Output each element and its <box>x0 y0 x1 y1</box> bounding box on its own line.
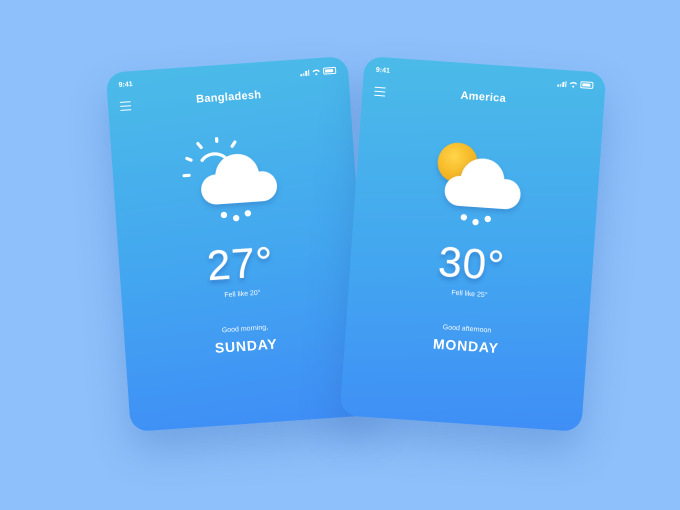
sun-cloud-rain-icon <box>437 142 521 226</box>
status-time: 9:41 <box>118 81 133 90</box>
phone-screen-america: 9:41 America 30° Fell like 25° Good afte… <box>339 55 607 433</box>
status-icons <box>557 80 594 90</box>
wifi-icon <box>569 81 578 88</box>
wifi-icon <box>312 69 320 76</box>
status-time: 9:41 <box>375 66 391 75</box>
battery-icon <box>322 66 337 75</box>
battery-icon <box>580 81 594 90</box>
signal-icon <box>557 80 567 88</box>
signal-icon <box>300 69 310 77</box>
sun-outline-cloud-rain-icon <box>182 135 278 222</box>
status-icons <box>300 66 337 77</box>
phone-screen-bangladesh: 9:41 Bangladesh 27° Fell like 20° Good m… <box>105 55 373 433</box>
